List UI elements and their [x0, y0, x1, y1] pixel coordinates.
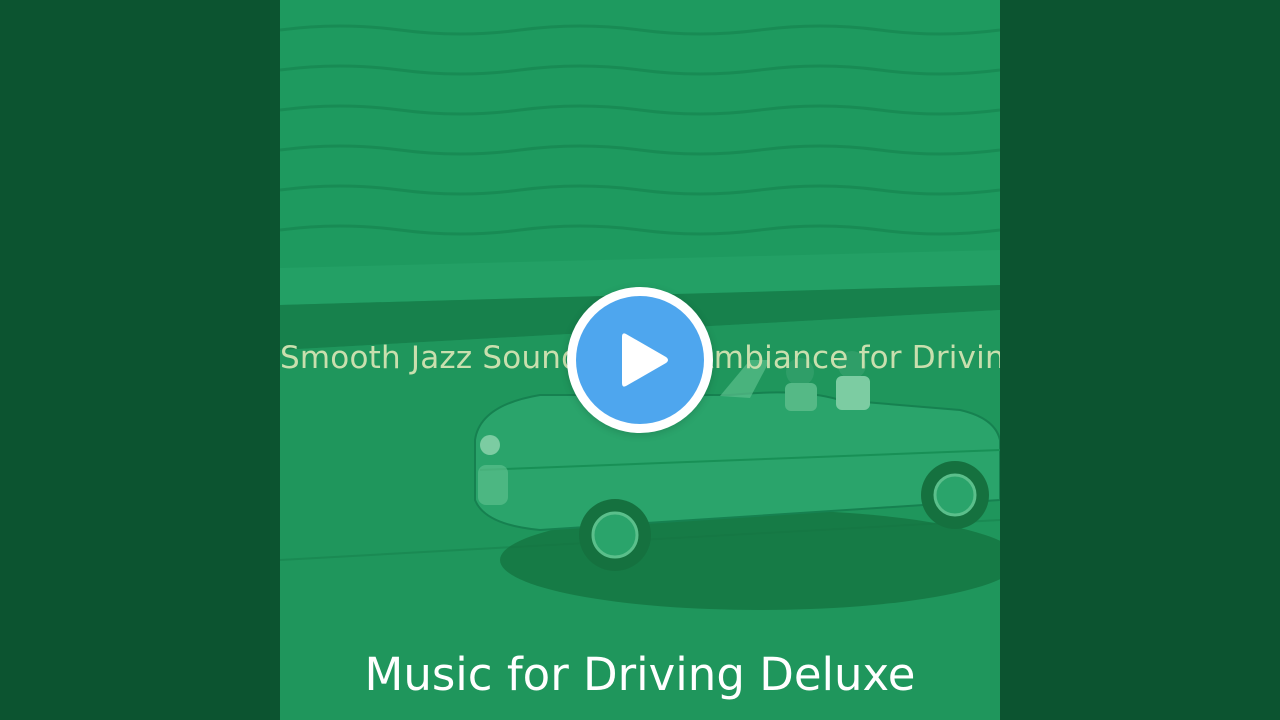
album-title: Music for Driving Deluxe — [364, 648, 916, 701]
video-player[interactable]: Smooth Jazz Soundtrack - Ambiance for Dr… — [0, 0, 1280, 720]
play-button[interactable] — [567, 287, 713, 433]
play-icon — [622, 333, 668, 387]
play-button-circle — [576, 296, 704, 424]
